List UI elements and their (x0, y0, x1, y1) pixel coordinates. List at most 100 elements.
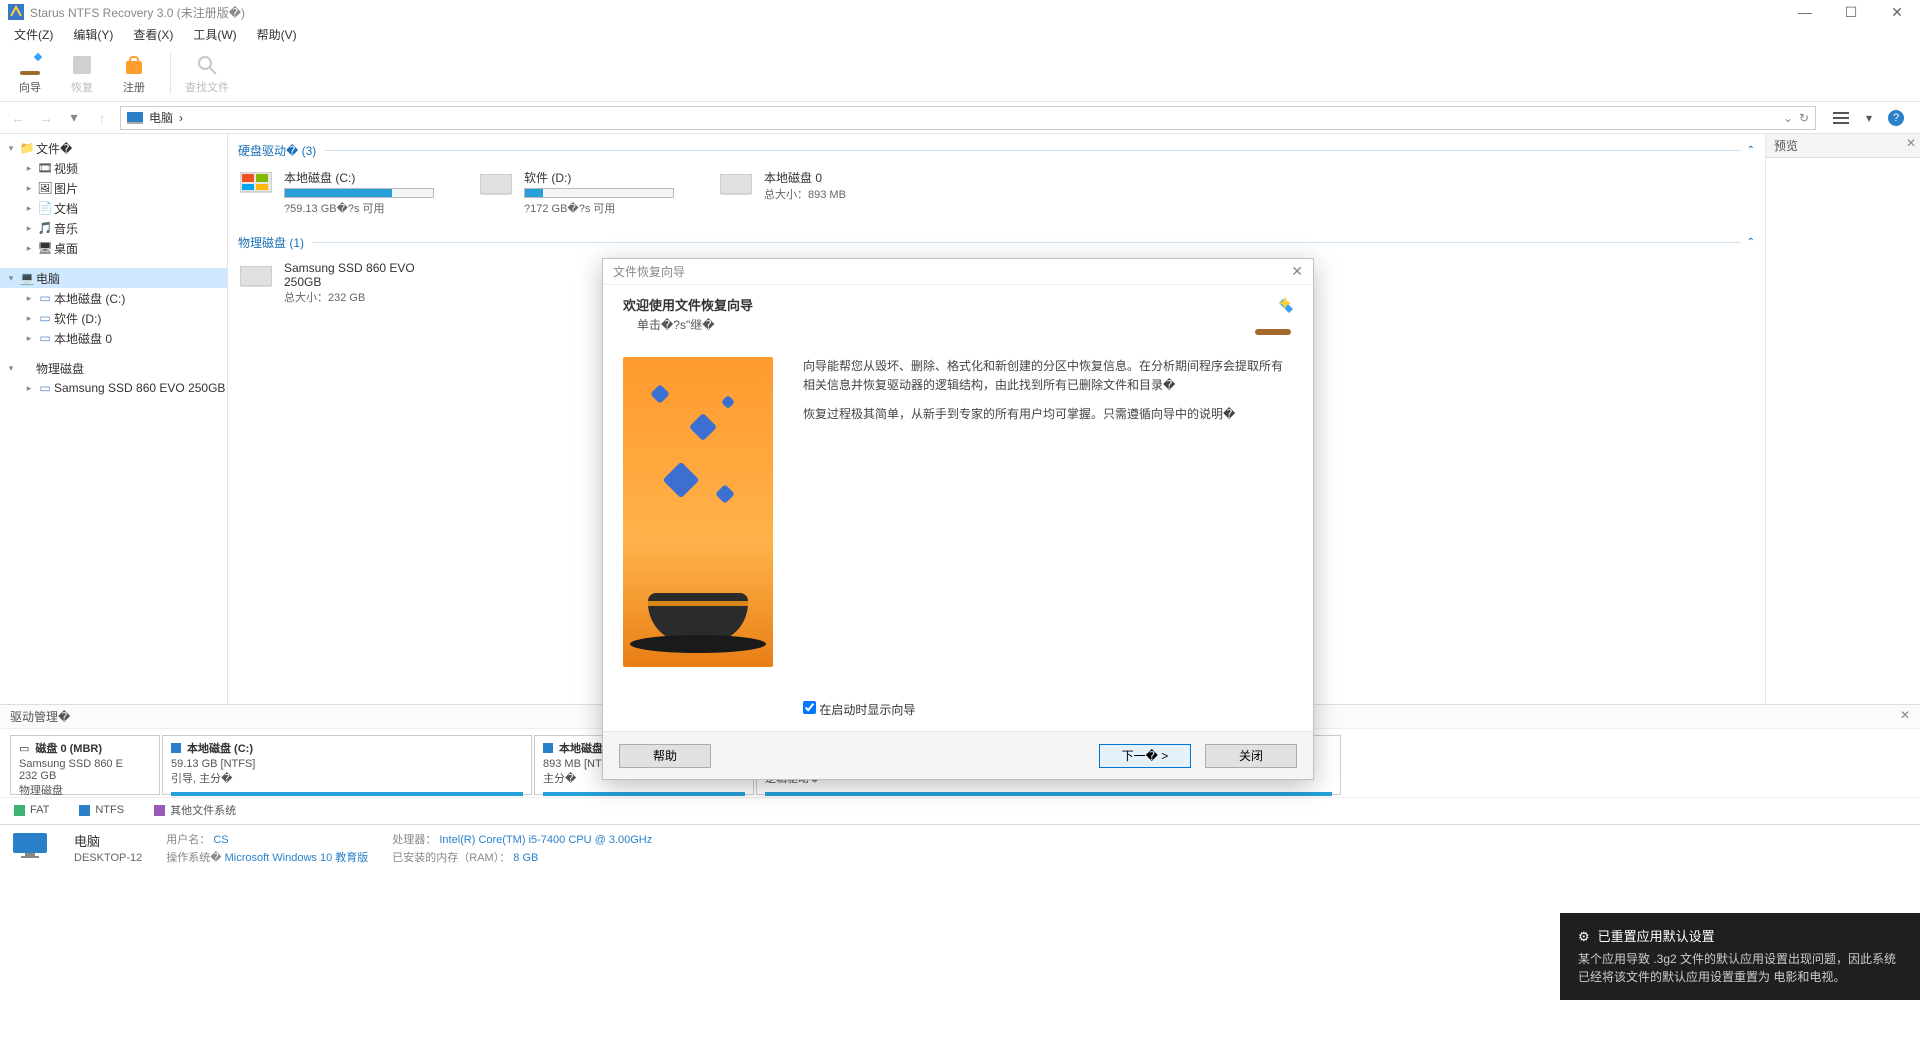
close-drivemgr-icon[interactable]: ✕ (1900, 708, 1910, 722)
wizard-artwork (623, 357, 773, 667)
tree-drive-c[interactable]: ▸▭本地磁盘 (C:) (0, 288, 227, 308)
nav-history[interactable]: ▾ (64, 108, 84, 128)
disk-icon: ▭ (19, 742, 29, 755)
dialog-heading: 欢迎使用文件恢复向导 (623, 295, 1249, 314)
dm-disk0[interactable]: ▭磁盘 0 (MBR) Samsung SSD 860 E 232 GB 物理磁… (10, 735, 160, 795)
drive-d[interactable]: 软件 (D:)?172 GB�?s 可用 (478, 169, 678, 216)
address-dropdown[interactable]: ⌄ (1783, 111, 1793, 125)
status-os: Microsoft Windows 10 教育版 (225, 852, 369, 864)
tree-ssd[interactable]: ▸▭Samsung SSD 860 EVO 250GB (0, 378, 227, 398)
disk-icon (238, 261, 274, 293)
show-on-startup-checkbox[interactable]: 在启动时显示向导 (803, 703, 915, 717)
dialog-subheading: 单击�?s"继� (623, 316, 1249, 333)
window-title: Starus NTFS Recovery 3.0 (未注册版�) (30, 4, 1912, 21)
tree-desktop[interactable]: ▸🖥桌面 (0, 238, 227, 258)
dialog-title: 文件恢复向导 (613, 263, 685, 280)
tree-files[interactable]: ▾📁文件� (0, 138, 227, 158)
search-icon (193, 51, 221, 79)
register-button[interactable]: 注册 (112, 51, 156, 95)
tree-physical[interactable]: ▾物理磁盘 (0, 358, 227, 378)
section-physical[interactable]: 物理磁盘 (1)⌃ (238, 234, 1755, 251)
view-options-icon[interactable] (1832, 109, 1850, 127)
notification-toast[interactable]: ⚙已重置应用默认设置 某个应用导致 .3g2 文件的默认应用设置出现问题，因此系… (1560, 913, 1920, 1001)
menu-edit[interactable]: 编辑(Y) (65, 24, 121, 45)
tree-videos[interactable]: ▸🎞视频 (0, 158, 227, 178)
close-preview-icon[interactable]: ✕ (1906, 136, 1916, 150)
status-host: DESKTOP-12 (74, 852, 142, 864)
pc-icon (127, 112, 143, 124)
tree-docs[interactable]: ▸📄文档 (0, 198, 227, 218)
disk-icon (718, 169, 754, 201)
wizard-button[interactable]: 向导 (8, 51, 52, 95)
dm-partition-c[interactable]: 本地磁盘 (C:) 59.13 GB [NTFS] 引导, 主分� (162, 735, 532, 795)
sidebar-tree: ▾📁文件� ▸🎞视频 ▸🖼图片 ▸📄文档 ▸🎵音乐 ▸🖥桌面 ▾💻电脑 ▸▭本地… (0, 134, 228, 704)
menu-file[interactable]: 文件(Z) (6, 24, 61, 45)
status-cpu: Intel(R) Core(TM) i5-7400 CPU @ 3.00GHz (439, 834, 652, 846)
crumb-root[interactable]: 电脑 (149, 109, 173, 126)
folder-icon: 📁 (18, 141, 36, 155)
tree-local0[interactable]: ▸▭本地磁盘 0 (0, 328, 227, 348)
other-swatch-icon (154, 805, 165, 816)
preview-title: 预览 (1774, 139, 1798, 153)
menu-tools[interactable]: 工具(W) (185, 24, 244, 45)
ntfs-swatch-icon (79, 805, 90, 816)
register-label: 注册 (123, 79, 145, 95)
navbar: ← → ▾ ↑ 电脑 › ⌄ ↻ ▾ ? (0, 102, 1920, 134)
menubar: 文件(Z) 编辑(Y) 查看(X) 工具(W) 帮助(V) (0, 24, 1920, 44)
close-dialog-button[interactable]: 关闭 (1205, 744, 1297, 768)
wizard-label: 向导 (19, 79, 41, 95)
toolbar-separator (170, 52, 171, 94)
dm-legend: FAT NTFS 其他文件系统 (0, 797, 1920, 824)
maximize-button[interactable]: ☐ (1828, 0, 1874, 24)
close-button[interactable]: ✕ (1874, 0, 1920, 24)
toolbar: 向导 恢复 注册 查找文件 (0, 44, 1920, 102)
statusbar: 电脑 DESKTOP-12 用户名： CS 操作系统� Microsoft Wi… (0, 824, 1920, 871)
nav-back[interactable]: ← (8, 108, 28, 128)
section-hdd[interactable]: 硬盘驱动� (3)⌃ (238, 142, 1755, 159)
find-label: 查找文件 (185, 79, 229, 95)
recover-label: 恢复 (71, 79, 93, 95)
desktop-icon: 🖥 (36, 241, 54, 255)
help-button[interactable]: 帮助 (619, 744, 711, 768)
status-ram: 8 GB (513, 852, 538, 864)
tree-drive-d[interactable]: ▸▭软件 (D:) (0, 308, 227, 328)
disk-icon: ▭ (36, 381, 54, 395)
drive-ssd[interactable]: Samsung SSD 860 EVO 250GB总大小：232 GB (238, 261, 438, 305)
tree-music[interactable]: ▸🎵音乐 (0, 218, 227, 238)
address-bar[interactable]: 电脑 › ⌄ ↻ (120, 106, 1816, 130)
view-dropdown[interactable]: ▾ (1860, 109, 1878, 127)
disk-icon: ▭ (36, 331, 54, 345)
preview-pane: 预览 ✕ (1765, 134, 1920, 704)
wand-icon (16, 51, 44, 79)
minimize-button[interactable]: — (1782, 0, 1828, 24)
next-button[interactable]: 下一� > (1099, 744, 1191, 768)
refresh-icon[interactable]: ↻ (1799, 111, 1809, 125)
chevron-up-icon: ⌃ (1747, 145, 1755, 156)
tree-computer[interactable]: ▾💻电脑 (0, 268, 227, 288)
music-icon: 🎵 (36, 221, 54, 235)
document-icon: 📄 (36, 201, 54, 215)
dialog-close-icon[interactable]: ✕ (1291, 263, 1303, 280)
dialog-paragraph-1: 向导能帮您从毁坏、删除、格式化和新创建的分区中恢复信息。在分析期间程序会提取所有… (803, 357, 1293, 395)
gear-icon: ⚙ (1578, 927, 1590, 947)
drive-c[interactable]: 本地磁盘 (C:)?59.13 GB�?s 可用 (238, 169, 438, 216)
windows-drive-icon (238, 169, 274, 201)
wand-icon (1249, 295, 1297, 343)
nav-up[interactable]: ↑ (92, 108, 112, 128)
toast-body: 某个应用导致 .3g2 文件的默认应用设置出现问题，因此系统已经将该文件的默认应… (1578, 950, 1902, 986)
menu-help[interactable]: 帮助(V) (249, 24, 305, 45)
status-computer: 电脑 (74, 831, 142, 850)
disk-icon (478, 169, 514, 201)
drive-local0[interactable]: 本地磁盘 0总大小：893 MB (718, 169, 918, 216)
help-icon[interactable]: ? (1888, 110, 1904, 126)
tree-pictures[interactable]: ▸🖼图片 (0, 178, 227, 198)
drivemgr-title: 驱动管理� (10, 710, 70, 724)
fat-swatch-icon (14, 805, 25, 816)
menu-view[interactable]: 查看(X) (125, 24, 181, 45)
nav-forward[interactable]: → (36, 108, 56, 128)
pc-icon: 💻 (18, 271, 36, 285)
monitor-icon (10, 831, 50, 861)
ntfs-swatch-icon (543, 743, 553, 753)
find-button: 查找文件 (185, 51, 229, 95)
picture-icon: 🖼 (36, 181, 54, 195)
